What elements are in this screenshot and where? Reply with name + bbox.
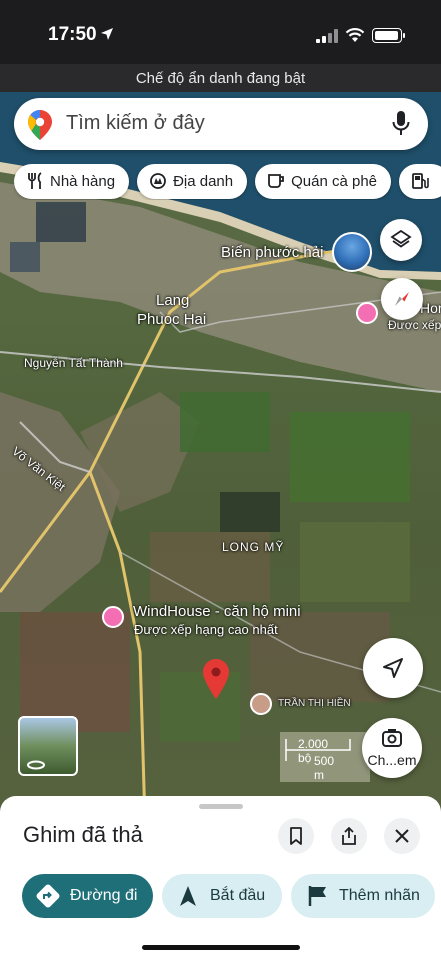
clock: 17:50 xyxy=(48,24,97,45)
scale-m-label: 500 m xyxy=(314,754,335,782)
chip-restaurants-label: Nhà hàng xyxy=(50,173,116,190)
street-view-rotate-icon xyxy=(27,760,45,770)
chip-restaurants[interactable]: Nhà hàng xyxy=(14,164,130,199)
category-chips: Nhà hàng Địa danh Quán cà phê xyxy=(14,164,441,200)
map-label-town-line1[interactable]: Lang xyxy=(156,292,189,309)
status-bar: 17:50 xyxy=(0,0,441,64)
save-button[interactable] xyxy=(278,818,314,854)
add-label-label: Thêm nhãn xyxy=(339,887,420,904)
map-label-area: LONG MỸ xyxy=(222,540,285,554)
chip-landmarks-label: Địa danh xyxy=(173,173,234,190)
layers-button[interactable] xyxy=(380,219,422,261)
coffee-icon xyxy=(268,174,285,188)
person-marker[interactable] xyxy=(250,693,272,715)
search-bar[interactable]: Tìm kiếm ở đây xyxy=(14,98,428,150)
map-label-beach[interactable]: Biển phước hải xyxy=(221,244,323,261)
my-location-button[interactable] xyxy=(363,638,423,698)
directions-label: Đường đi xyxy=(70,887,138,904)
layers-icon xyxy=(390,229,412,248)
compass-icon xyxy=(395,292,409,306)
google-maps-logo-icon xyxy=(28,110,52,140)
search-placeholder[interactable]: Tìm kiếm ở đây xyxy=(66,112,205,135)
camera-scan-icon xyxy=(382,729,402,747)
lens-camera-button[interactable]: Ch...em xyxy=(362,718,422,778)
hotel-marker-windhouse[interactable] xyxy=(102,606,124,628)
home-indicator[interactable] xyxy=(142,945,300,950)
chip-gas[interactable] xyxy=(399,164,441,199)
compass-button[interactable] xyxy=(381,278,423,320)
fork-knife-icon xyxy=(28,172,42,189)
start-button[interactable]: Bắt đầu xyxy=(162,874,282,918)
map-label-hotel-top-sub: Được xếp xyxy=(388,318,441,332)
place-photo-marker[interactable] xyxy=(332,232,372,272)
satellite-terrain xyxy=(0,92,441,822)
incognito-banner: Chế độ ẩn danh đang bật xyxy=(0,64,441,92)
map-label-road-nguyen-tat-thanh: Nguyễn Tất Thành xyxy=(24,356,123,370)
add-label-button[interactable]: Thêm nhãn xyxy=(291,874,435,918)
directions-button[interactable]: Đường đi xyxy=(22,874,153,918)
map-canvas[interactable]: Biển phước hải Hor Được xếp Lang Phuoc H… xyxy=(0,92,441,822)
map-label-hotel-name[interactable]: WindHouse - căn hộ mini xyxy=(133,603,301,620)
chip-landmarks[interactable]: Địa danh xyxy=(137,164,248,199)
directions-icon xyxy=(36,884,60,908)
battery-icon xyxy=(372,28,405,43)
chip-coffee-label: Quán cà phê xyxy=(291,173,378,190)
close-icon xyxy=(395,829,409,843)
map-label-person[interactable]: TRẦN THỊ HIỀN xyxy=(278,698,351,709)
dropped-pin-icon[interactable] xyxy=(203,659,229,699)
map-label-hotel-rank: Được xếp hạng cao nhất xyxy=(134,622,278,637)
start-label: Bắt đầu xyxy=(210,887,266,904)
cellular-signal-icon xyxy=(316,29,338,43)
close-button[interactable] xyxy=(384,818,420,854)
microphone-icon[interactable] xyxy=(392,111,410,137)
map-label-town-line2[interactable]: Phuoc Hai xyxy=(137,311,206,328)
street-view-thumbnail[interactable] xyxy=(18,716,78,776)
map-label-hotel-top[interactable]: Hor xyxy=(420,300,441,316)
landmark-icon xyxy=(150,173,166,189)
hotel-marker-top[interactable] xyxy=(356,302,378,324)
flag-icon xyxy=(308,886,326,906)
bookmark-icon xyxy=(290,827,302,845)
navigation-start-icon xyxy=(180,886,196,906)
camera-button-label: Ch...em xyxy=(367,752,417,768)
wifi-icon xyxy=(345,28,365,42)
chip-coffee[interactable]: Quán cà phê xyxy=(255,164,392,199)
share-button[interactable] xyxy=(331,818,367,854)
share-icon xyxy=(342,827,356,845)
sheet-drag-handle[interactable] xyxy=(199,804,243,809)
sheet-title: Ghim đã thả xyxy=(23,822,143,847)
gas-station-icon xyxy=(412,173,429,189)
location-arrow-icon xyxy=(101,28,113,40)
navigation-arrow-icon xyxy=(383,658,403,678)
